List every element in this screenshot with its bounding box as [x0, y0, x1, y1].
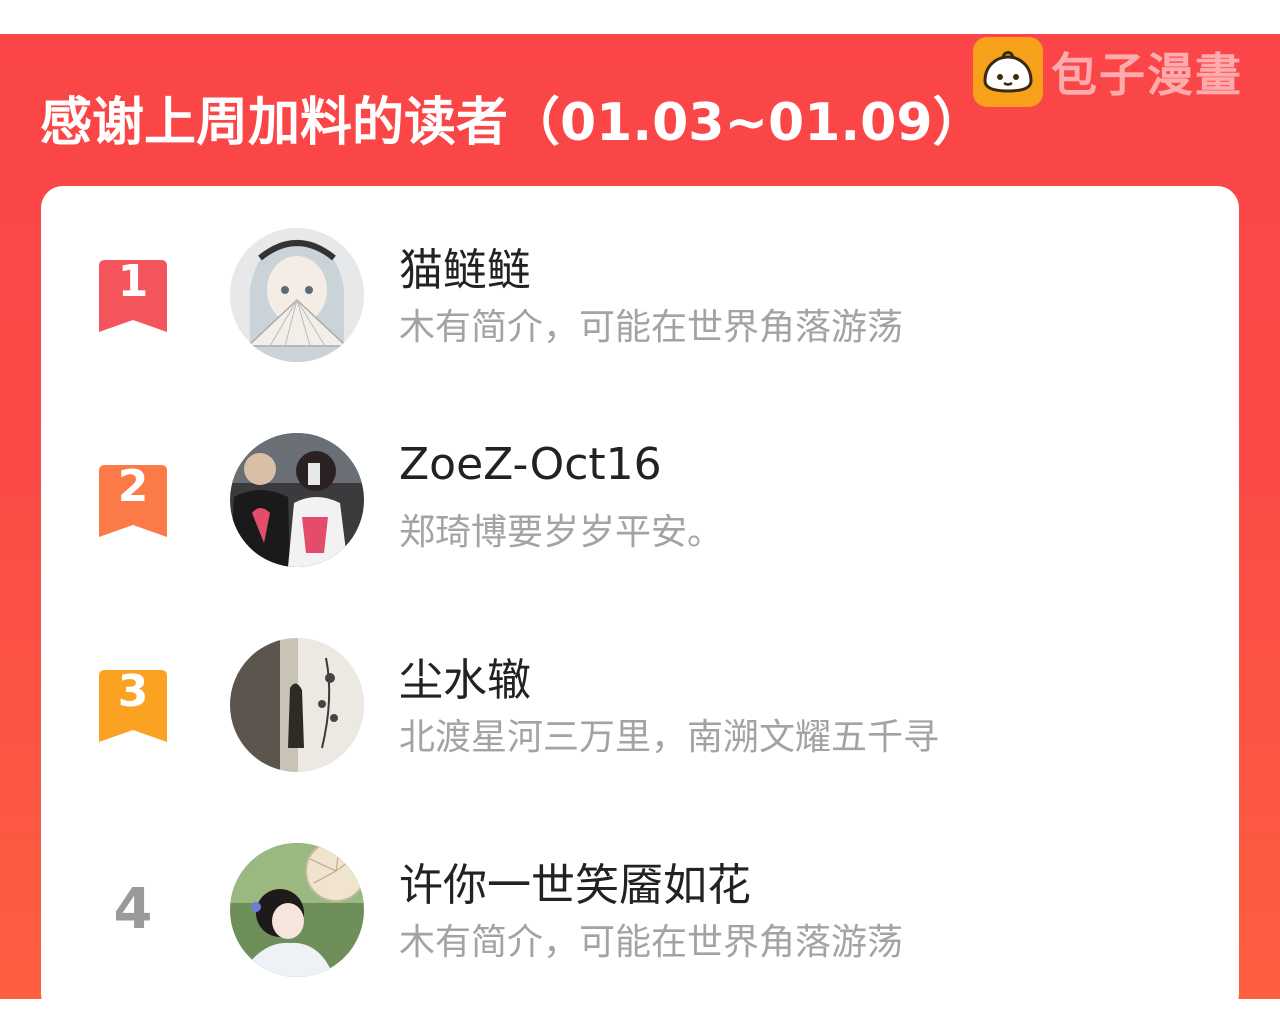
rank-number: 2 [117, 461, 149, 512]
reader-name[interactable]: 尘水辙 [399, 644, 531, 708]
rank-ribbon-icon: 3 [99, 670, 167, 742]
reader-name[interactable]: 许你一世笑靥如花 [399, 849, 751, 913]
list-item[interactable]: 2 ZoeZ-Oct16 郑琦博要岁岁平安。 [41, 429, 1239, 579]
rank-number: 1 [117, 256, 149, 307]
rank-number: 3 [117, 666, 149, 717]
page-title: 感谢上周加料的读者（01.03~01.09） [40, 93, 985, 153]
brand[interactable]: 包子漫畫 [973, 36, 1243, 108]
list-item[interactable]: 3 尘水辙 北渡星河三万里，南溯文耀五千寻 [41, 634, 1239, 784]
reader-bio: 北渡星河三万里，南溯文耀五千寻 [399, 717, 940, 758]
reader-bio: 木有简介，可能在世界角落游荡 [399, 307, 904, 348]
avatar[interactable] [230, 433, 364, 567]
avatar[interactable] [230, 228, 364, 362]
list-item[interactable]: 4 许你一世笑靥如花 木有简介，可能在世界角落游荡 [41, 839, 1239, 989]
reader-list-card: 1 猫鲢鲢 木有简介，可能在世界角落游荡 2 ZoeZ-Oct16 郑琦博要岁岁… [41, 186, 1239, 1016]
reader-name[interactable]: 猫鲢鲢 [399, 234, 531, 298]
top-strip [0, 0, 1280, 34]
rank-ribbon-icon: 1 [99, 260, 167, 332]
brand-name: 包子漫畫 [1051, 48, 1243, 102]
bun-logo-icon [973, 37, 1043, 107]
list-item[interactable]: 1 猫鲢鲢 木有简介，可能在世界角落游荡 [41, 224, 1239, 374]
rank-number: 4 [113, 877, 153, 942]
reader-bio: 木有简介，可能在世界角落游荡 [399, 922, 904, 963]
avatar[interactable] [230, 638, 364, 772]
reader-bio: 郑琦博要岁岁平安。 [399, 512, 724, 553]
avatar[interactable] [230, 843, 364, 977]
rank-ribbon-icon: 2 [99, 465, 167, 537]
reader-name[interactable]: ZoeZ-Oct16 [399, 439, 662, 490]
